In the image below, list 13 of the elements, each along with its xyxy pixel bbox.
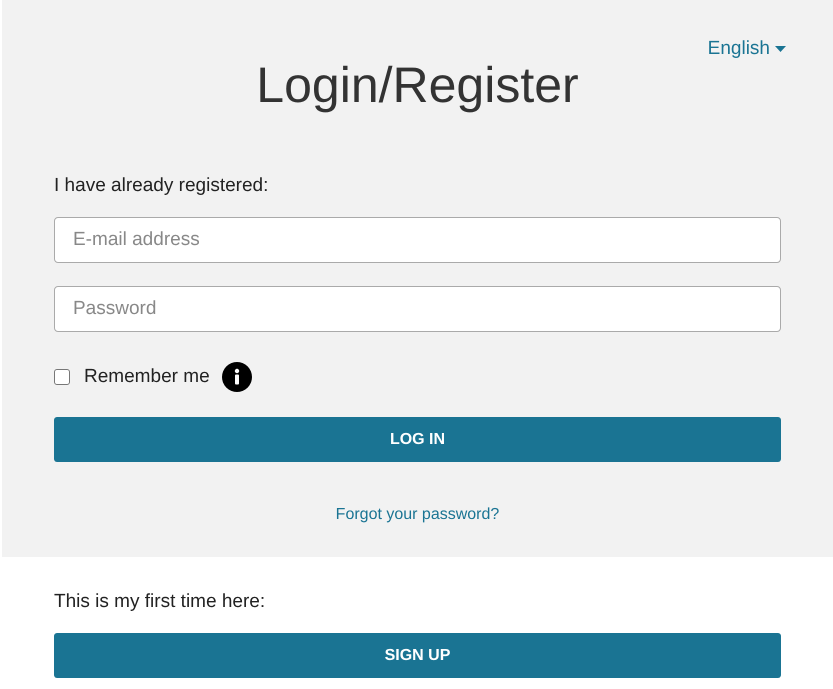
- language-selector[interactable]: English: [708, 38, 786, 60]
- login-heading: I have already registered:: [54, 174, 270, 198]
- register-heading: This is my first time here:: [54, 590, 266, 614]
- login-button[interactable]: LOG IN: [54, 417, 781, 462]
- info-icon[interactable]: [222, 362, 252, 392]
- remember-checkbox[interactable]: [54, 369, 70, 385]
- email-field[interactable]: E-mail address: [54, 217, 781, 263]
- caret-icon: [775, 46, 786, 52]
- page-title: Login/Register: [255, 56, 580, 114]
- remember-label: Remember me: [84, 366, 210, 388]
- signup-button[interactable]: SIGN UP: [54, 633, 781, 678]
- forgot-password-link[interactable]: Forgot your password?: [336, 506, 500, 524]
- password-field[interactable]: Password: [54, 286, 781, 332]
